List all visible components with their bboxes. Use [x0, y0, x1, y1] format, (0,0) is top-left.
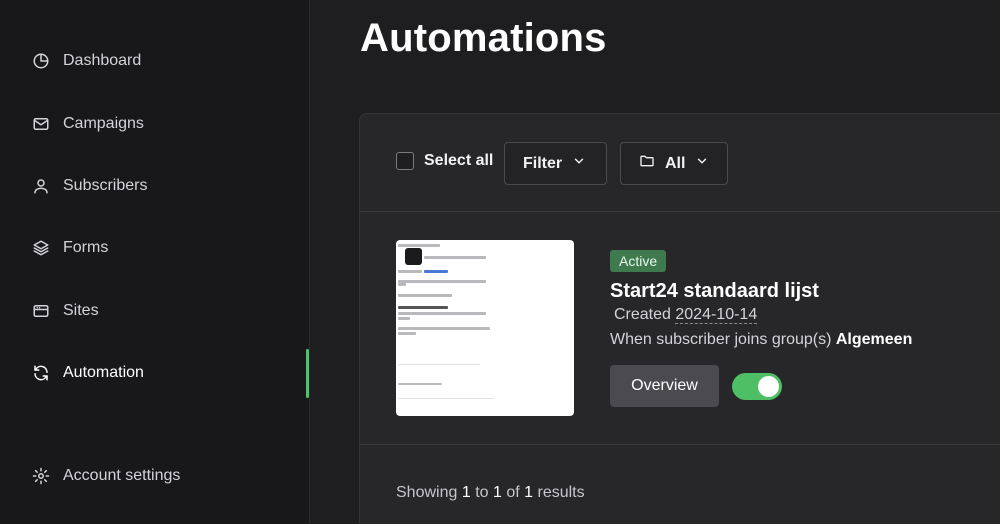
- pagination-summary: Showing 1 to 1 of 1 results: [396, 484, 585, 502]
- sidebar-item-automation[interactable]: Automation: [32, 361, 144, 385]
- folder-select[interactable]: All: [620, 142, 728, 185]
- sidebar-item-label: Dashboard: [63, 52, 142, 69]
- select-all-label: Select all: [424, 152, 494, 169]
- folder-icon: [639, 153, 655, 174]
- status-badge: Active: [610, 250, 667, 272]
- select-all-checkbox[interactable]: [396, 152, 414, 170]
- pagination-total: 1: [524, 484, 534, 501]
- filter-button[interactable]: Filter: [504, 142, 607, 185]
- layers-icon: [32, 239, 50, 257]
- pagination-to: 1: [492, 484, 502, 501]
- trigger-group: Algemeen: [835, 331, 913, 348]
- trigger-prefix: When subscriber joins group(s): [610, 331, 832, 348]
- email-preview-thumbnail[interactable]: [396, 240, 574, 416]
- created-date: 2024-10-14: [675, 306, 758, 324]
- overview-button[interactable]: Overview: [610, 365, 719, 407]
- toolbar: Select all Filter All: [360, 114, 1000, 212]
- pagination-of-word: of: [506, 484, 520, 501]
- sidebar-item-label: Campaigns: [63, 115, 144, 132]
- browser-icon: [32, 302, 50, 320]
- pagination-results-word: results: [537, 484, 585, 501]
- folder-label: All: [665, 154, 686, 172]
- automation-title[interactable]: Start24 standaard lijst: [610, 280, 819, 303]
- pagination-showing: Showing: [396, 484, 458, 501]
- sidebar-item-forms[interactable]: Forms: [32, 236, 108, 260]
- trigger-info: When subscriber joins group(s) Algemeen: [610, 331, 912, 349]
- active-indicator: [306, 349, 309, 398]
- gear-icon: [32, 467, 50, 485]
- page-title: Automations: [360, 16, 607, 60]
- created-info: Created 2024-10-14: [614, 306, 758, 324]
- created-prefix: Created: [614, 306, 671, 323]
- chevron-down-icon: [695, 154, 709, 173]
- filter-label: Filter: [523, 154, 563, 172]
- sidebar-item-label: Sites: [63, 302, 99, 319]
- sidebar-item-label: Automation: [63, 364, 144, 381]
- pie-chart-icon: [32, 52, 50, 70]
- pagination-from: 1: [461, 484, 471, 501]
- sidebar-item-sites[interactable]: Sites: [32, 299, 99, 323]
- sidebar-item-label: Account settings: [63, 467, 181, 484]
- automation-row: Active Start24 standaard lijst Created 2…: [360, 212, 1000, 445]
- mail-icon: [32, 115, 50, 133]
- chevron-down-icon: [572, 154, 586, 173]
- automations-panel: Select all Filter All Active Start24 sta…: [359, 113, 1000, 524]
- sidebar-item-label: Forms: [63, 239, 109, 256]
- sidebar-item-subscribers[interactable]: Subscribers: [32, 174, 147, 198]
- avatar: [405, 248, 422, 265]
- sidebar-item-dashboard[interactable]: Dashboard: [32, 49, 141, 73]
- sidebar-item-campaigns[interactable]: Campaigns: [32, 112, 144, 136]
- pagination-to-word: to: [475, 484, 489, 501]
- refresh-icon: [32, 364, 50, 382]
- sidebar-item-account-settings[interactable]: Account settings: [32, 464, 180, 488]
- user-icon: [32, 177, 50, 195]
- sidebar-item-label: Subscribers: [63, 177, 148, 194]
- sidebar: Dashboard Campaigns Subscribers Forms Si…: [0, 0, 310, 524]
- toggle-knob: [758, 376, 779, 397]
- automation-enabled-toggle[interactable]: [732, 373, 782, 400]
- select-all[interactable]: Select all: [396, 152, 493, 170]
